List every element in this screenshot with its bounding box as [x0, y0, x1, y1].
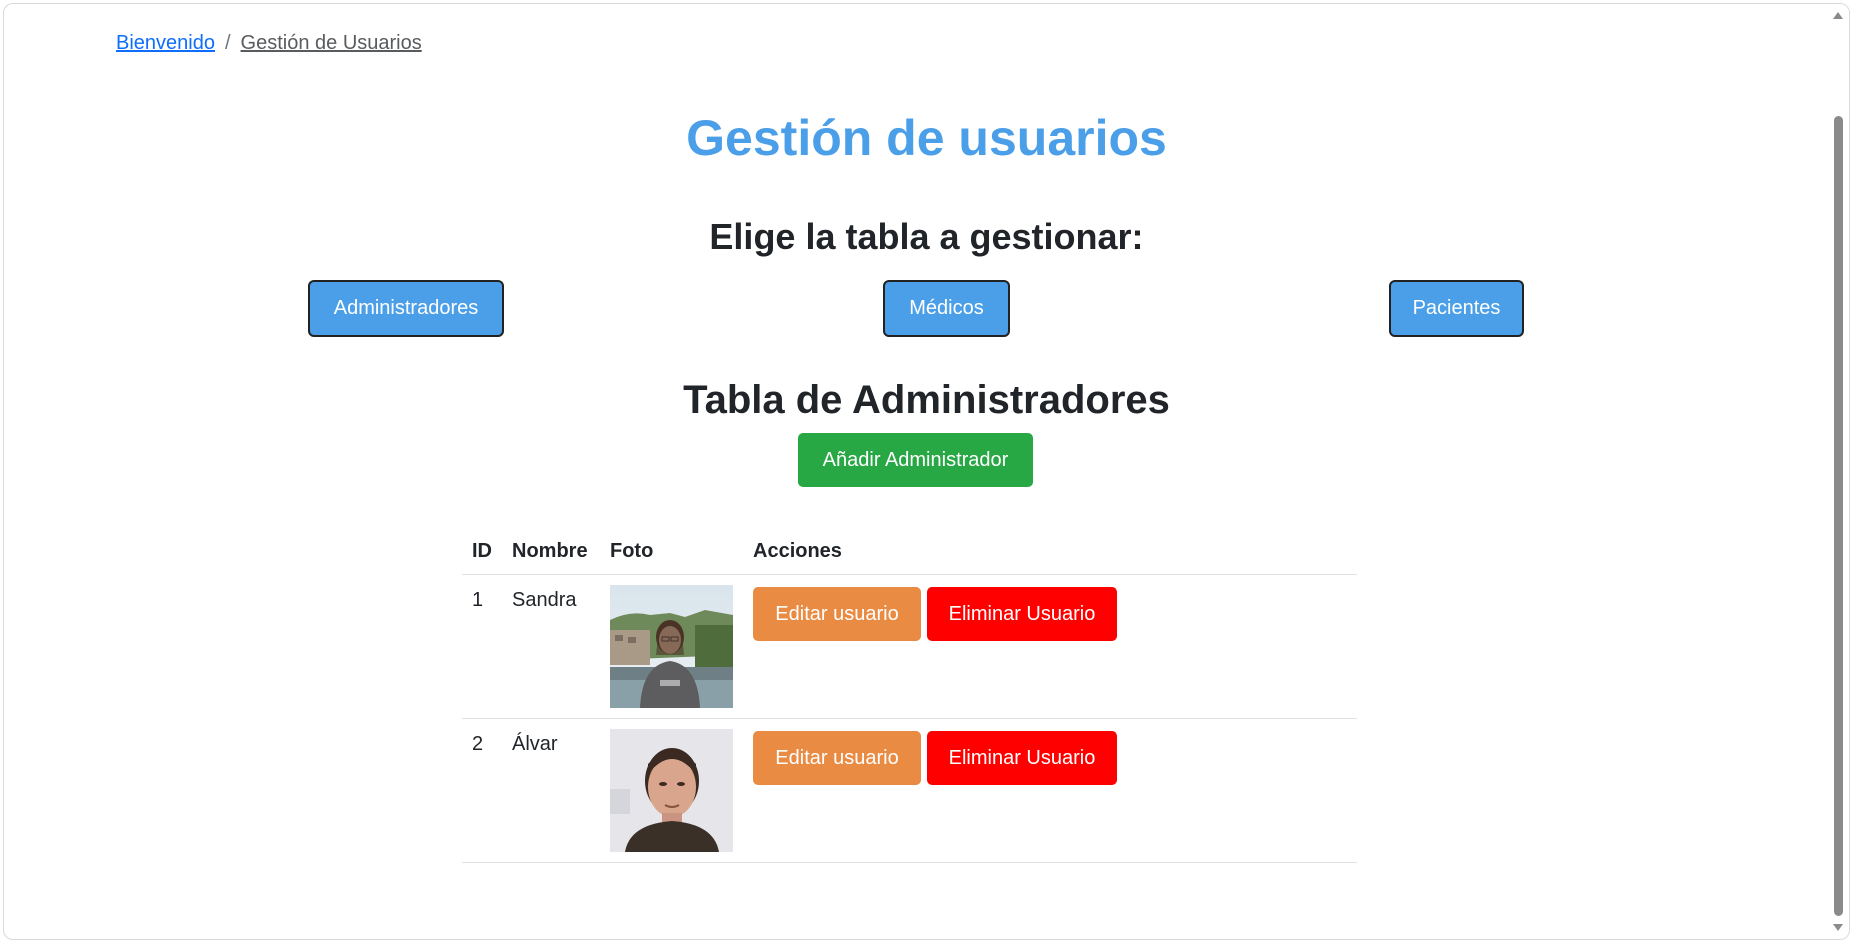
breadcrumb-separator: /	[224, 32, 231, 54]
pacientes-button[interactable]: Pacientes	[1389, 280, 1524, 337]
header-acciones: Acciones	[743, 529, 1357, 575]
cell-name: Sandra	[502, 574, 600, 719]
breadcrumb-current[interactable]: Gestión de Usuarios	[241, 32, 422, 55]
browser-window: Bienvenido / Gestión de Usuarios Gestión…	[3, 3, 1850, 940]
table-row: 1 Sandra Editar usuario Eliminar Usuario	[462, 574, 1357, 719]
cell-id: 2	[462, 718, 502, 863]
table-header-row: ID Nombre Foto Acciones	[462, 529, 1357, 575]
header-id: ID	[462, 529, 502, 575]
vertical-scrollbar[interactable]	[1827, 4, 1849, 939]
user-photo-sandra	[610, 585, 733, 708]
cell-actions: Editar usuario Eliminar Usuario	[743, 574, 1357, 719]
breadcrumb-home-link[interactable]: Bienvenido	[116, 32, 215, 55]
delete-user-button[interactable]: Eliminar Usuario	[927, 731, 1117, 785]
cell-photo	[600, 574, 743, 719]
edit-user-button[interactable]: Editar usuario	[753, 731, 921, 785]
table-title: Tabla de Administradores	[683, 378, 1170, 422]
edit-user-button[interactable]: Editar usuario	[753, 587, 921, 641]
cell-actions: Editar usuario Eliminar Usuario	[743, 718, 1357, 863]
user-photo-alvar	[610, 729, 733, 852]
scroll-down-icon[interactable]	[1833, 924, 1843, 931]
medicos-button[interactable]: Médicos	[883, 280, 1010, 337]
add-admin-button[interactable]: Añadir Administrador	[798, 433, 1033, 487]
administradores-button[interactable]: Administradores	[308, 280, 504, 337]
choose-table-heading: Elige la tabla a gestionar:	[709, 216, 1144, 257]
cell-name: Álvar	[502, 718, 600, 863]
breadcrumb: Bienvenido / Gestión de Usuarios	[116, 32, 422, 55]
table-row: 2 Álvar Editar usuario Eliminar Usuario	[462, 718, 1357, 863]
cell-id: 1	[462, 574, 502, 719]
cell-photo	[600, 718, 743, 863]
scroll-up-icon[interactable]	[1833, 12, 1843, 19]
delete-user-button[interactable]: Eliminar Usuario	[927, 587, 1117, 641]
page-title: Gestión de usuarios	[686, 110, 1167, 166]
header-nombre: Nombre	[502, 529, 600, 575]
header-foto: Foto	[600, 529, 743, 575]
scroll-thumb[interactable]	[1834, 116, 1843, 916]
admins-table: ID Nombre Foto Acciones 1 Sandra Editar …	[462, 529, 1357, 863]
